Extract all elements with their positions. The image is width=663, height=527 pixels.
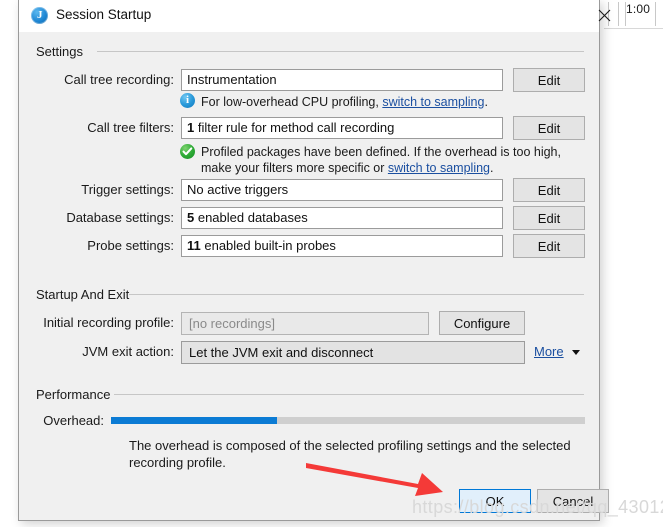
group-divider-startup-and-exit: [129, 294, 584, 295]
field-probe-settings[interactable]: 11 enabled built-in probes: [181, 235, 503, 257]
hint-profiled-packages: Profiled packages have been defined. If …: [201, 144, 593, 176]
dropdown-initial-recording-profile[interactable]: [no recordings]: [181, 312, 429, 335]
field-value-bold: 11: [187, 238, 201, 253]
group-divider-performance: [114, 394, 584, 395]
link-switch-to-sampling-1[interactable]: switch to sampling: [382, 95, 484, 109]
description-line-2: profile.: [187, 455, 226, 470]
session-startup-dialog: J Session Startup Settings Call tree rec…: [18, 0, 600, 521]
close-icon[interactable]: [582, 0, 627, 31]
screen: 1:00 J Session Startup Settings Call tre…: [0, 0, 663, 527]
group-divider-settings: [97, 51, 584, 52]
group-label-settings: Settings: [36, 44, 90, 59]
hint-low-overhead: For low-overhead CPU profiling, switch t…: [201, 94, 581, 110]
info-icon: i: [180, 93, 195, 108]
check-circle-icon: [180, 144, 195, 159]
field-value: No active triggers: [187, 182, 288, 197]
link-switch-to-sampling-2[interactable]: switch to sampling: [388, 161, 490, 175]
edit-button-database-settings[interactable]: Edit: [513, 206, 585, 230]
dialog-content: Settings Call tree recording: Instrument…: [19, 32, 599, 520]
label-probe-settings: Probe settings:: [19, 238, 174, 253]
label-call-tree-filters: Call tree filters:: [19, 120, 174, 135]
dropdown-value: [no recordings]: [189, 316, 275, 331]
field-trigger-settings[interactable]: No active triggers: [181, 179, 503, 201]
field-value: enabled built-in probes: [201, 238, 336, 253]
configure-button[interactable]: Configure: [439, 311, 525, 335]
more-link[interactable]: More: [534, 344, 564, 359]
label-database-settings: Database settings:: [19, 210, 174, 225]
timeline-time-label: 1:00: [626, 2, 650, 16]
group-label-performance: Performance: [36, 387, 117, 402]
label-trigger-settings: Trigger settings:: [19, 182, 174, 197]
edit-button-probe-settings[interactable]: Edit: [513, 234, 585, 258]
field-value: Instrumentation: [187, 72, 277, 87]
edit-button-call-tree-filters[interactable]: Edit: [513, 116, 585, 140]
hint-text-after: .: [484, 95, 487, 109]
label-overhead: Overhead:: [19, 413, 104, 428]
dialog-title: Session Startup: [56, 7, 151, 22]
overhead-progress-bar: [111, 417, 585, 424]
hint-text-before: filters more specific or: [263, 161, 388, 175]
jprofiler-icon: J: [31, 7, 48, 24]
hint-text-after: .: [490, 161, 493, 175]
edit-button-call-tree-recording[interactable]: Edit: [513, 68, 585, 92]
overhead-progress-fill: [111, 417, 277, 424]
edit-button-trigger-settings[interactable]: Edit: [513, 178, 585, 202]
chevron-down-icon[interactable]: [572, 350, 580, 355]
dropdown-jvm-exit-action[interactable]: Let the JVM exit and disconnect: [181, 341, 525, 364]
dropdown-value: Let the JVM exit and disconnect: [189, 345, 373, 360]
background-application: [604, 0, 663, 527]
group-label-startup-and-exit: Startup And Exit: [36, 287, 136, 302]
watermark: https://blog.csdn.net/qq_43012792: [412, 497, 663, 518]
label-jvm-exit-action: JVM exit action:: [19, 344, 174, 359]
field-database-settings[interactable]: 5 enabled databases: [181, 207, 503, 229]
dialog-titlebar: J Session Startup: [19, 0, 599, 32]
hint-text-before: For low-overhead CPU profiling,: [201, 95, 382, 109]
ruler-tick: [655, 2, 656, 26]
field-value: filter rule for method call recording: [194, 120, 394, 135]
label-call-tree-recording: Call tree recording:: [19, 72, 174, 87]
field-call-tree-filters[interactable]: 1 filter rule for method call recording: [181, 117, 503, 139]
field-call-tree-recording[interactable]: Instrumentation: [181, 69, 503, 91]
field-value: enabled databases: [194, 210, 307, 225]
label-initial-recording-profile: Initial recording profile:: [19, 315, 174, 330]
overhead-description: The overhead is composed of the selected…: [129, 437, 579, 471]
